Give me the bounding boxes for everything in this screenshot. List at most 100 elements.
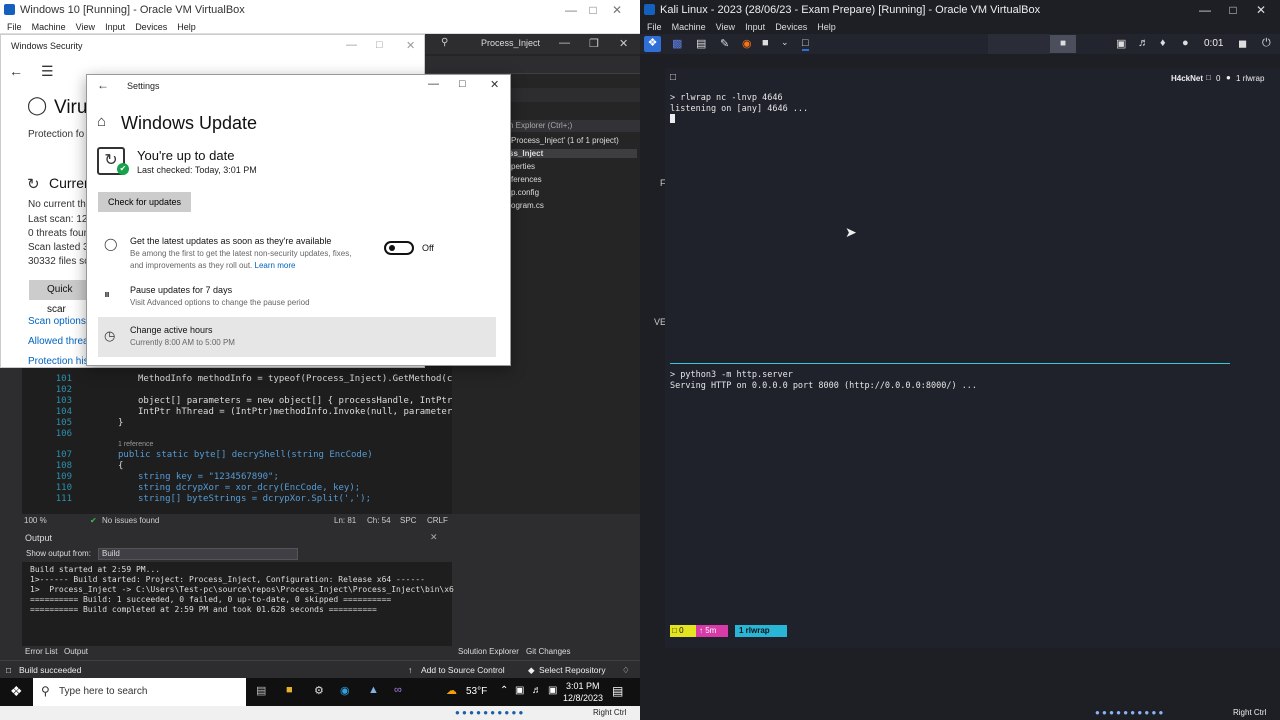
- notification-icon[interactable]: ▤: [612, 684, 623, 698]
- network-icon[interactable]: ▣: [515, 685, 524, 696]
- last-checked-text: Last checked: Today, 3:01 PM: [137, 165, 257, 175]
- notification-bell-icon[interactable]: ♦: [1160, 37, 1166, 49]
- terminal-task-icon[interactable]: □: [802, 37, 809, 51]
- active-window-icon[interactable]: ■: [1050, 35, 1076, 53]
- task-view-icon[interactable]: ▤: [256, 684, 272, 700]
- code-editor[interactable]: 101 MethodInfo methodInfo = typeof(Proce…: [22, 364, 452, 514]
- reference-codelens[interactable]: 1 reference: [118, 441, 153, 448]
- vm-device-icons[interactable]: ● ● ● ● ● ● ● ● ● ●: [455, 708, 523, 717]
- bell-icon[interactable]: ♢: [622, 665, 630, 676]
- back-arrow-icon[interactable]: ←: [9, 63, 23, 79]
- tray-chevron-icon[interactable]: ⌃: [500, 685, 508, 696]
- close-button[interactable]: ✕: [594, 2, 640, 18]
- volume-icon[interactable]: ♬: [532, 685, 542, 696]
- close-icon[interactable]: ✕: [430, 532, 438, 543]
- settings-gear-icon[interactable]: ⚙: [314, 684, 330, 700]
- scan-options-link[interactable]: Scan options: [28, 316, 86, 327]
- maximize-icon[interactable]: □: [376, 39, 383, 51]
- weather-temp[interactable]: 53°F: [466, 686, 487, 697]
- menu-input[interactable]: Input: [105, 20, 125, 34]
- solution-search-input[interactable]: n Explorer (Ctrl+;): [505, 120, 640, 132]
- solution-tree-item[interactable]: perties: [511, 162, 535, 171]
- hamburger-menu-icon[interactable]: ☰: [41, 63, 54, 80]
- check-for-updates-button[interactable]: Check for updates: [98, 192, 191, 212]
- menu-devices[interactable]: Devices: [775, 20, 807, 34]
- solution-tree-item[interactable]: p.config: [511, 188, 539, 197]
- learn-more-link[interactable]: Learn more: [255, 261, 296, 270]
- protection-history-link[interactable]: Protection hist: [28, 356, 91, 367]
- kali-menu-icon[interactable]: ❖: [644, 36, 661, 52]
- menu-machine[interactable]: Machine: [32, 20, 66, 34]
- output-source-select[interactable]: Build: [98, 548, 298, 560]
- clock-time[interactable]: 3:01 PM: [566, 681, 600, 691]
- edge-icon[interactable]: ◉: [340, 684, 356, 700]
- windows-start-icon[interactable]: ❖: [10, 683, 23, 700]
- menu-file[interactable]: File: [7, 20, 22, 34]
- workspace-icon[interactable]: ▩: [672, 37, 682, 50]
- minimize-icon[interactable]: —: [346, 39, 357, 51]
- menu-help[interactable]: Help: [817, 20, 836, 34]
- power-status-icon[interactable]: ●: [1182, 37, 1189, 49]
- menu-view[interactable]: View: [76, 20, 95, 34]
- active-hours-row[interactable]: ◷ Change active hours Currently 8:00 AM …: [98, 317, 496, 357]
- maximize-icon[interactable]: □: [459, 78, 466, 90]
- menu-devices[interactable]: Devices: [135, 20, 167, 34]
- visual-studio-icon[interactable]: ∞: [394, 684, 410, 700]
- quick-scan-button[interactable]: Quick scar: [29, 280, 91, 315]
- allowed-threats-link[interactable]: Allowed threat: [28, 336, 91, 347]
- terminal-icon[interactable]: ■: [762, 37, 769, 49]
- file-manager-icon[interactable]: ▤: [696, 37, 706, 50]
- issues-status[interactable]: No issues found: [102, 516, 159, 525]
- tab-output[interactable]: Output: [64, 647, 88, 656]
- solution-tree-item[interactable]: Process_Inject' (1 of 1 project): [511, 136, 619, 145]
- text-editor-icon[interactable]: ✎: [720, 37, 729, 50]
- terminal-window[interactable]: □ H4ckNet □ 0 ● 1 rlwrap > rlwrap nc -ln…: [665, 68, 1280, 648]
- chevron-down-icon[interactable]: ⌄: [781, 37, 789, 48]
- zoom-level[interactable]: 100 %: [24, 516, 47, 525]
- panel-clock[interactable]: 0:01: [1204, 38, 1223, 49]
- solution-tree-item[interactable]: ferences: [511, 175, 542, 184]
- close-icon[interactable]: ✕: [490, 78, 499, 91]
- search-icon[interactable]: ⚲: [441, 37, 448, 48]
- panel-spacer: [988, 34, 1050, 54]
- menu-input[interactable]: Input: [745, 20, 765, 34]
- tmux-uptime: 5m: [705, 626, 717, 635]
- back-arrow-icon[interactable]: ←: [97, 78, 109, 92]
- power-icon[interactable]: ⏻: [1262, 37, 1271, 50]
- vm-device-icons[interactable]: ● ● ● ● ● ● ● ● ● ●: [1095, 708, 1163, 717]
- solution-tree-item[interactable]: ogram.cs: [511, 201, 544, 210]
- tab-git-changes[interactable]: Git Changes: [526, 647, 570, 656]
- menu-help[interactable]: Help: [177, 20, 196, 34]
- latest-updates-toggle[interactable]: [384, 241, 414, 255]
- tab-error-list[interactable]: Error List: [25, 647, 57, 656]
- menu-view[interactable]: View: [716, 20, 735, 34]
- add-source-control[interactable]: Add to Source Control: [421, 665, 505, 675]
- lock-icon[interactable]: ◼: [1238, 37, 1247, 50]
- close-icon[interactable]: ✕: [406, 39, 415, 52]
- file-explorer-icon[interactable]: ■: [286, 684, 302, 700]
- display-icon[interactable]: ▣: [1116, 37, 1126, 50]
- home-icon[interactable]: ⌂: [97, 113, 106, 130]
- minimize-icon[interactable]: —: [559, 37, 570, 49]
- close-button[interactable]: ✕: [1238, 2, 1280, 18]
- volume-icon[interactable]: ♬: [1138, 37, 1149, 49]
- tmux-active-window[interactable]: 1 rlwrap: [735, 625, 787, 637]
- app-icon[interactable]: ▲: [368, 684, 384, 700]
- solution-tree-item[interactable]: ss_Inject: [509, 149, 637, 158]
- close-icon[interactable]: ✕: [619, 37, 628, 50]
- tab-solution-explorer[interactable]: Solution Explorer: [458, 647, 519, 656]
- minimize-icon[interactable]: —: [428, 78, 439, 90]
- line-number: 104: [55, 407, 72, 417]
- clock-date[interactable]: 12/8/2023: [563, 693, 603, 703]
- menu-machine[interactable]: Machine: [672, 20, 706, 34]
- tmux-pane-divider[interactable]: [670, 363, 1230, 364]
- status-line: Scan lasted 3: [28, 242, 89, 253]
- firefox-icon[interactable]: ◉: [742, 37, 752, 50]
- select-repository[interactable]: Select Repository: [539, 665, 606, 675]
- taskbar-search[interactable]: ⚲ Type here to search: [33, 678, 246, 706]
- menu-file[interactable]: File: [647, 20, 662, 34]
- pause-updates-title[interactable]: Pause updates for 7 days: [130, 285, 232, 295]
- line-number: 109: [55, 472, 72, 482]
- language-icon[interactable]: ▣: [548, 685, 557, 696]
- restore-icon[interactable]: ❐: [589, 37, 599, 50]
